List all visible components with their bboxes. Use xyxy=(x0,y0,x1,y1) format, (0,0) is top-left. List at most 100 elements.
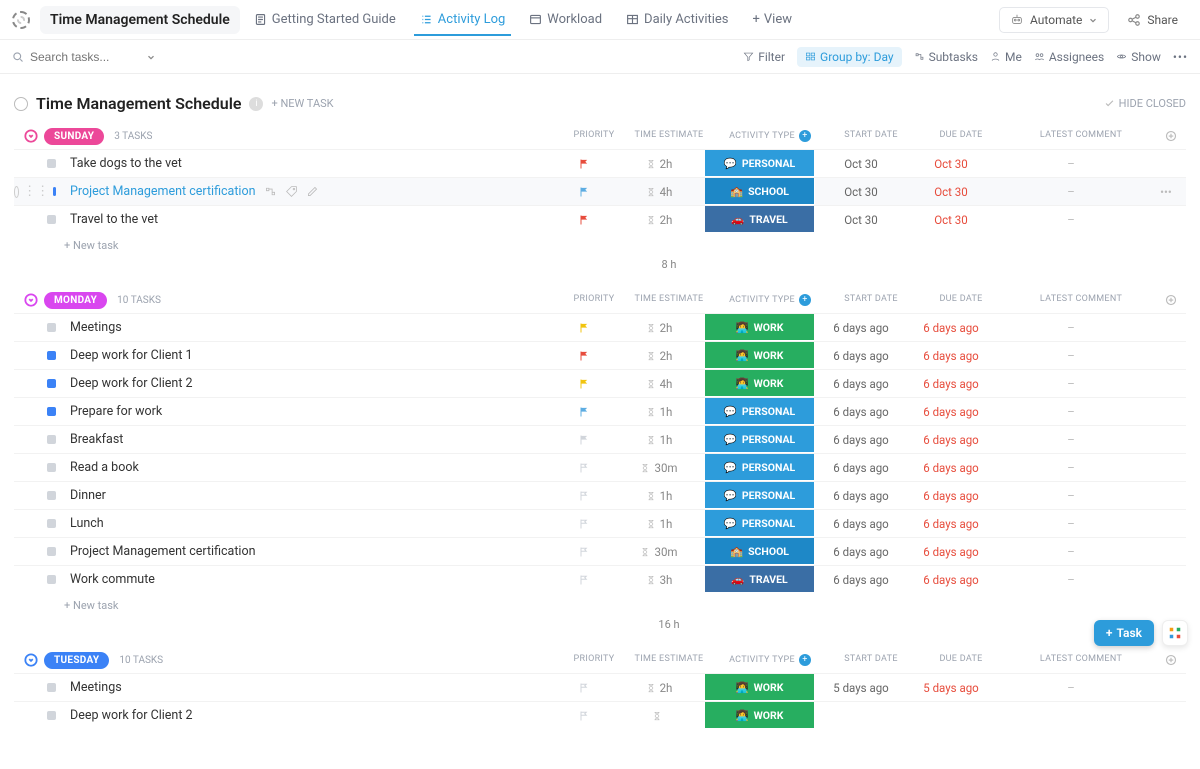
col-comment[interactable]: LATEST COMMENT xyxy=(1006,654,1156,666)
task-row[interactable]: Work commute 3h 🚗TRAVEL 6 days ago 6 day… xyxy=(14,565,1186,593)
estimate-cell[interactable]: 1h xyxy=(614,426,704,454)
search-box[interactable] xyxy=(12,50,172,64)
tab-activity-log[interactable]: Activity Log xyxy=(410,4,516,35)
task-name[interactable]: Meetings xyxy=(64,680,554,695)
estimate-cell[interactable]: 4h xyxy=(614,370,704,398)
estimate-cell[interactable]: 1h xyxy=(614,398,704,426)
task-row[interactable]: Lunch 1h 💬PERSONAL 6 days ago 6 days ago… xyxy=(14,509,1186,537)
status-square[interactable] xyxy=(47,575,56,584)
row-more-button[interactable] xyxy=(1146,702,1186,730)
flag-icon[interactable] xyxy=(578,406,590,418)
due-date-cell[interactable]: 6 days ago xyxy=(906,566,996,594)
subtask-icon[interactable] xyxy=(264,185,277,198)
new-task-fab[interactable]: + Task xyxy=(1094,620,1154,646)
estimate-cell[interactable]: 2h xyxy=(614,342,704,370)
select-circle[interactable] xyxy=(14,186,19,198)
activity-cell[interactable]: 🚗TRAVEL xyxy=(704,566,816,594)
due-date-cell[interactable]: 6 days ago xyxy=(906,538,996,566)
add-column-button[interactable] xyxy=(1156,294,1186,306)
activity-cell[interactable]: 👩‍💻WORK xyxy=(704,674,816,702)
activity-cell[interactable]: 👩‍💻WORK xyxy=(704,702,816,730)
start-date-cell[interactable]: 6 days ago xyxy=(816,566,906,594)
comment-cell[interactable]: – xyxy=(996,674,1146,702)
priority-cell[interactable] xyxy=(554,370,614,398)
chevron-down-icon[interactable] xyxy=(24,293,38,307)
task-name[interactable]: Project Management certification xyxy=(64,544,554,559)
activity-cell[interactable]: 🚗TRAVEL xyxy=(704,206,816,234)
plus-icon[interactable]: + xyxy=(799,654,811,666)
start-date-cell[interactable] xyxy=(816,702,906,730)
hide-closed-button[interactable]: HIDE CLOSED xyxy=(1104,97,1186,110)
start-date-cell[interactable]: 6 days ago xyxy=(816,538,906,566)
task-name[interactable]: Deep work for Client 2 xyxy=(64,708,554,723)
col-due[interactable]: DUE DATE xyxy=(916,654,1006,666)
task-row[interactable]: Take dogs to the vet 2h 💬PERSONAL Oct 30… xyxy=(14,149,1186,177)
add-column-button[interactable] xyxy=(1156,654,1186,666)
estimate-cell[interactable] xyxy=(614,702,704,730)
flag-icon[interactable] xyxy=(578,574,590,586)
activity-cell[interactable]: 💬PERSONAL xyxy=(704,454,816,482)
priority-cell[interactable] xyxy=(554,314,614,342)
status-square[interactable] xyxy=(47,547,56,556)
priority-cell[interactable] xyxy=(554,206,614,234)
due-date-cell[interactable]: 6 days ago xyxy=(906,482,996,510)
activity-cell[interactable]: 🏫SCHOOL xyxy=(704,538,816,566)
task-name[interactable]: Project Management certification xyxy=(64,184,554,199)
workspace-title[interactable]: Time Management Schedule xyxy=(40,6,240,34)
start-date-cell[interactable]: 6 days ago xyxy=(816,314,906,342)
col-activity[interactable]: ACTIVITY TYPE+ xyxy=(714,294,826,306)
col-activity[interactable]: ACTIVITY TYPE+ xyxy=(714,654,826,666)
col-due[interactable]: DUE DATE xyxy=(916,130,1006,142)
me-button[interactable]: Me xyxy=(990,50,1022,64)
status-square[interactable] xyxy=(47,711,56,720)
status-square[interactable] xyxy=(47,463,56,472)
task-name[interactable]: Take dogs to the vet xyxy=(64,156,554,171)
activity-cell[interactable]: 👩‍💻WORK xyxy=(704,342,816,370)
start-date-cell[interactable]: Oct 30 xyxy=(816,178,906,206)
activity-cell[interactable]: 💬PERSONAL xyxy=(704,510,816,538)
row-more-button[interactable] xyxy=(1146,510,1186,538)
task-name[interactable]: Travel to the vet xyxy=(64,212,554,227)
automate-button[interactable]: Automate xyxy=(999,7,1109,33)
row-more-button[interactable] xyxy=(1146,314,1186,342)
col-start[interactable]: START DATE xyxy=(826,130,916,142)
comment-cell[interactable]: – xyxy=(996,454,1146,482)
priority-cell[interactable] xyxy=(554,566,614,594)
activity-cell[interactable]: 💬PERSONAL xyxy=(704,398,816,426)
flag-icon[interactable] xyxy=(578,434,590,446)
task-row[interactable]: Deep work for Client 2 👩‍💻WORK xyxy=(14,701,1186,729)
due-date-cell[interactable]: Oct 30 xyxy=(906,206,996,234)
task-row[interactable]: Breakfast 1h 💬PERSONAL 6 days ago 6 days… xyxy=(14,425,1186,453)
plus-icon[interactable]: + xyxy=(799,294,811,306)
col-due[interactable]: DUE DATE xyxy=(916,294,1006,306)
activity-cell[interactable]: 👩‍💻WORK xyxy=(704,370,816,398)
activity-cell[interactable]: 💬PERSONAL xyxy=(704,426,816,454)
comment-cell[interactable]: – xyxy=(996,426,1146,454)
share-button[interactable]: Share xyxy=(1117,8,1188,32)
group-day-pill[interactable]: MONDAY xyxy=(44,292,107,309)
status-square[interactable] xyxy=(47,491,56,500)
comment-cell[interactable]: – xyxy=(996,398,1146,426)
status-square[interactable] xyxy=(47,351,56,360)
priority-cell[interactable] xyxy=(554,150,614,178)
start-date-cell[interactable]: 6 days ago xyxy=(816,342,906,370)
status-square[interactable] xyxy=(47,435,56,444)
col-estimate[interactable]: TIME ESTIMATE xyxy=(624,294,714,306)
due-date-cell[interactable]: 6 days ago xyxy=(906,370,996,398)
assignees-button[interactable]: Assignees xyxy=(1034,50,1104,64)
activity-cell[interactable]: 💬PERSONAL xyxy=(704,482,816,510)
priority-cell[interactable] xyxy=(554,702,614,730)
col-activity[interactable]: ACTIVITY TYPE+ xyxy=(714,130,826,142)
col-estimate[interactable]: TIME ESTIMATE xyxy=(624,654,714,666)
task-name[interactable]: Read a book xyxy=(64,460,554,475)
col-comment[interactable]: LATEST COMMENT xyxy=(1006,294,1156,306)
comment-cell[interactable]: – xyxy=(996,342,1146,370)
start-date-cell[interactable]: 6 days ago xyxy=(816,482,906,510)
start-date-cell[interactable]: 6 days ago xyxy=(816,398,906,426)
flag-icon[interactable] xyxy=(578,214,590,226)
row-more-button[interactable] xyxy=(1146,398,1186,426)
tab-workload[interactable]: Workload xyxy=(519,4,612,35)
estimate-cell[interactable]: 4h xyxy=(614,178,704,206)
col-comment[interactable]: LATEST COMMENT xyxy=(1006,130,1156,142)
edit-icon[interactable] xyxy=(306,185,319,198)
